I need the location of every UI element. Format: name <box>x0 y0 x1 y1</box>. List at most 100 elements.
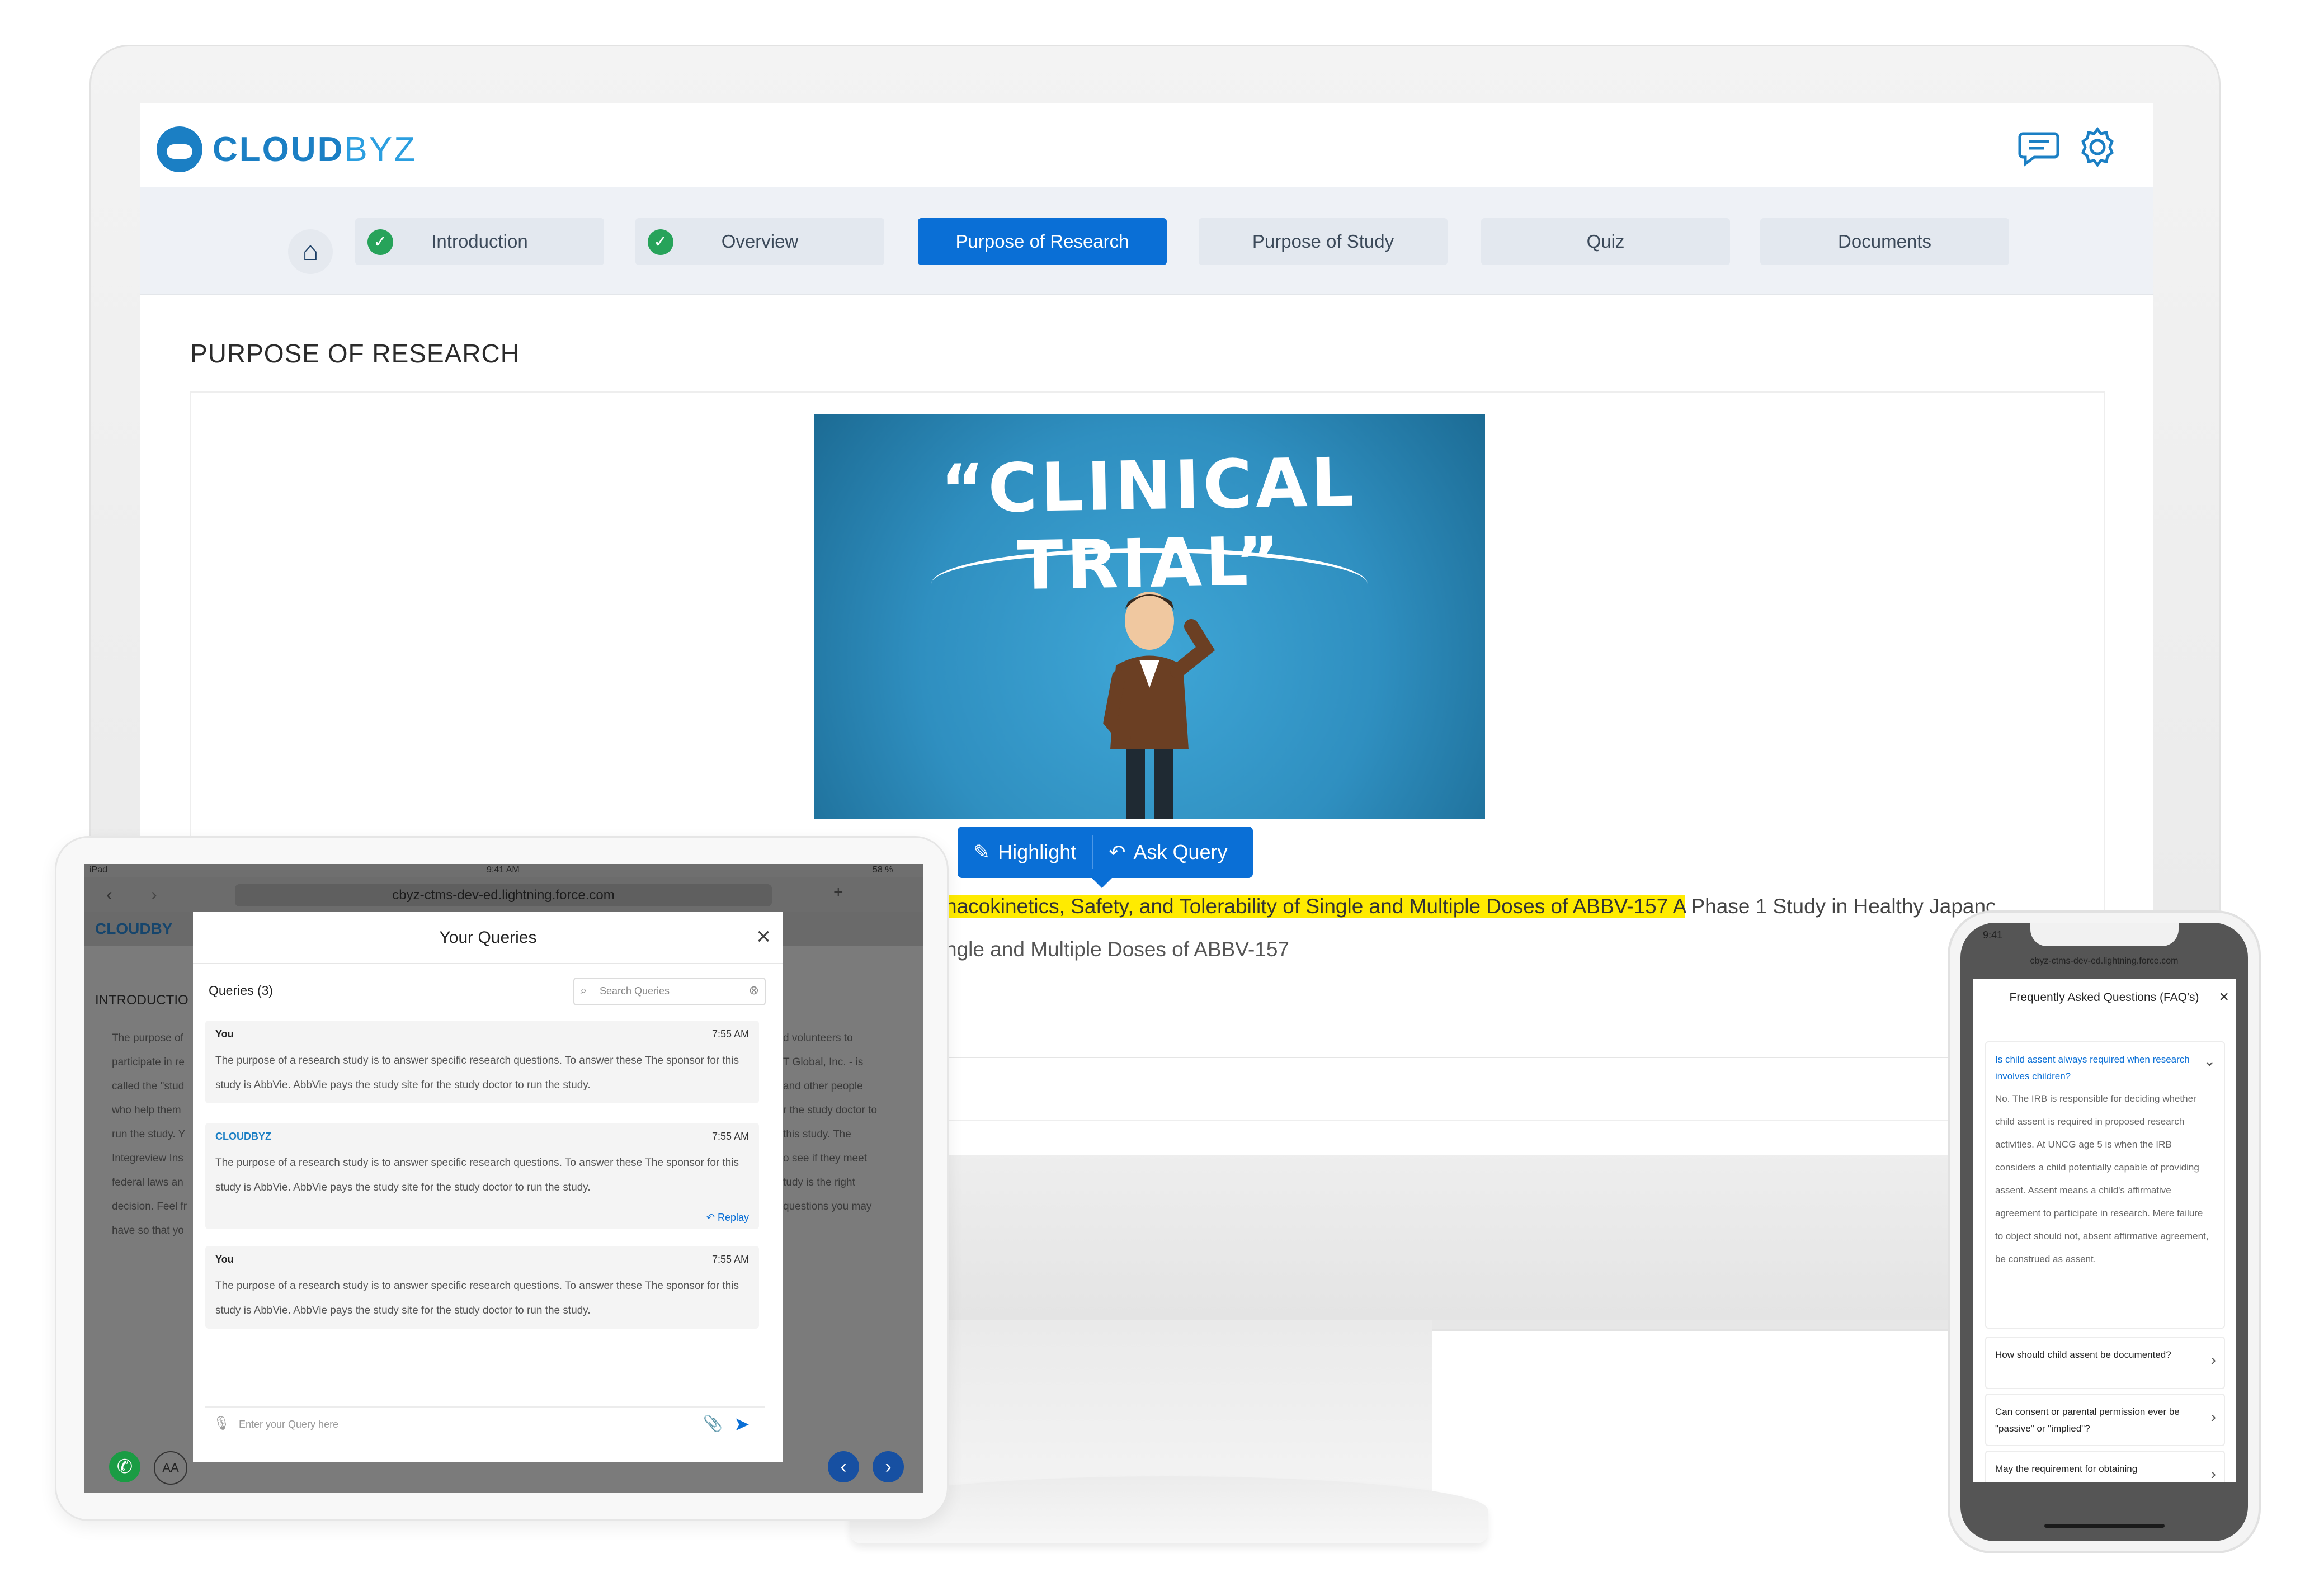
reply-icon: ↶ <box>706 1212 718 1223</box>
tab-purpose-of-research[interactable]: Purpose of Research <box>918 218 1167 265</box>
bg-text: tudy is the right <box>783 1177 855 1188</box>
cartoon-figure <box>1103 592 1215 819</box>
cloud-icon <box>157 126 202 172</box>
faq-item[interactable]: How should child assent be documented? › <box>1985 1337 2225 1389</box>
highlighted-text: nacokinetics, Safety, and Tolerability o… <box>945 895 1686 918</box>
phone-notch <box>2030 923 2179 946</box>
chevron-right-icon[interactable]: › <box>2211 1351 2216 1369</box>
bg-text: who help them <box>112 1104 181 1116</box>
tab-label: Purpose of Study <box>1252 231 1394 252</box>
phone-icon[interactable]: ✆ <box>109 1451 140 1482</box>
bg-text: d volunteers to <box>783 1032 853 1044</box>
device-label: iPad <box>89 865 108 875</box>
tab-label: Introduction <box>431 231 528 252</box>
clear-icon[interactable]: ⊗ <box>749 983 759 998</box>
tab-documents[interactable]: Documents <box>1760 218 2009 265</box>
bg-text: participate in re <box>112 1056 185 1068</box>
ipad-logo: CLOUDBY <box>95 920 173 937</box>
faq-item[interactable]: Can consent or parental permission ever … <box>1985 1394 2225 1446</box>
body-text-line: nacokinetics, Safety, and Tolerability o… <box>945 895 1996 918</box>
tab-purpose-of-study[interactable]: Purpose of Study <box>1199 218 1448 265</box>
tab-label: Overview <box>721 231 799 252</box>
next-icon[interactable]: › <box>873 1451 904 1482</box>
message-text: The purpose of a research study is to an… <box>215 1157 739 1193</box>
ipad-screen: iPad 9:41 AM 58 % ‹ › cbyz-ctms-dev-ed.l… <box>84 864 923 1493</box>
faq-answer: No. The IRB is responsible for deciding … <box>1995 1093 2209 1264</box>
bg-text: The purpose of <box>112 1032 183 1044</box>
faq-item[interactable]: May the requirement for obtaining › <box>1985 1451 2225 1482</box>
faq-question: May the requirement for obtaining <box>1995 1463 2138 1474</box>
ipad-bg-text-right: d volunteers to T Global, Inc. - is and … <box>783 1026 877 1219</box>
reply-icon: ↶ <box>1109 841 1126 863</box>
pencil-icon: ✎ <box>973 841 991 863</box>
highlight-label: Highlight <box>998 841 1077 863</box>
status-time: 9:41 <box>1983 929 2003 941</box>
message-time: 7:55 AM <box>711 1131 749 1142</box>
browser-bar: ‹ › cbyz-ctms-dev-ed.lightning.force.com… <box>84 877 923 912</box>
faq-item[interactable]: Is child assent always required when res… <box>1985 1041 2225 1329</box>
faq-question: Can consent or parental permission ever … <box>1995 1406 2180 1434</box>
text-size-icon[interactable]: AA <box>154 1451 187 1485</box>
ask-query-button[interactable]: ↶ Ask Query <box>1093 827 1243 878</box>
home-indicator <box>2044 1524 2165 1528</box>
previous-icon[interactable]: ‹ <box>828 1451 859 1482</box>
body-text-line: ngle and Multiple Doses of ABBV-157 <box>945 938 1289 961</box>
add-tab-icon[interactable]: + <box>833 883 843 902</box>
message-time: 7:55 AM <box>711 1254 749 1265</box>
address-bar[interactable]: cbyz-ctms-dev-ed.lightning.force.com <box>235 884 772 906</box>
message-time: 7:55 AM <box>711 1028 749 1040</box>
ipad-bg-text-left: The purpose of participate in re called … <box>112 1026 187 1243</box>
tab-quiz[interactable]: Quiz <box>1481 218 1730 265</box>
microphone-icon[interactable]: 🎙 <box>213 1415 230 1432</box>
bg-text: o see if they meet <box>783 1153 867 1164</box>
attachment-icon[interactable]: 📎 <box>703 1414 723 1433</box>
tab-label: Documents <box>1838 231 1931 252</box>
logo-text-light: BYZ <box>344 130 417 169</box>
tab-label: Purpose of Research <box>955 231 1129 252</box>
app-header: CLOUDBYZ <box>140 103 2153 187</box>
monitor-stand <box>906 1303 1432 1504</box>
chevron-right-icon[interactable]: › <box>2211 1465 2216 1482</box>
query-input[interactable]: 🎙 Enter your Query here 📎 ➤ <box>205 1406 765 1442</box>
query-message: CLOUDBYZ 7:55 AM The purpose of a resear… <box>205 1123 759 1229</box>
phone-address-bar[interactable]: cbyz-ctms-dev-ed.lightning.force.com <box>1960 956 2248 966</box>
bg-text: this study. The <box>783 1128 851 1140</box>
search-queries-input[interactable]: ⌕ Search Queries ⊗ <box>573 978 766 1005</box>
bg-text: T Global, Inc. - is <box>783 1056 864 1068</box>
message-text: The purpose of a research study is to an… <box>215 1280 739 1316</box>
faq-panel: Frequently Asked Questions (FAQ's) × Is … <box>1973 979 2236 1482</box>
ask-query-label: Ask Query <box>1133 841 1228 863</box>
clinical-trial-video[interactable]: “CLINICAL TRIAL” <box>814 414 1485 819</box>
message-text: The purpose of a research study is to an… <box>215 1055 739 1091</box>
tab-overview[interactable]: ✓ Overview <box>635 218 884 265</box>
search-icon: ⌕ <box>580 983 587 997</box>
replay-label: Replay <box>717 1212 749 1223</box>
battery-level: 58 % <box>873 865 893 875</box>
bg-text: questions you may <box>783 1201 872 1212</box>
check-icon: ✓ <box>367 229 393 255</box>
gear-icon[interactable] <box>2075 125 2120 169</box>
home-icon[interactable]: ⌂ <box>288 229 333 274</box>
bg-text: have so that yo <box>112 1225 184 1236</box>
chat-icon[interactable] <box>2016 125 2061 169</box>
ipad-status-bar: iPad 9:41 AM 58 % <box>84 864 923 877</box>
tab-introduction[interactable]: ✓ Introduction <box>355 218 604 265</box>
back-icon[interactable]: ‹ <box>106 884 112 905</box>
bg-text: r the study doctor to <box>783 1104 877 1116</box>
tab-label: Quiz <box>1586 231 1625 252</box>
close-icon[interactable]: × <box>756 923 771 951</box>
cloudbyz-logo[interactable]: CLOUDBYZ <box>157 126 417 172</box>
send-icon[interactable]: ➤ <box>734 1413 750 1436</box>
queries-modal: Your Queries × Queries (3) ⌕ Search Quer… <box>193 912 783 1462</box>
highlight-button[interactable]: ✎ Highlight <box>958 827 1092 878</box>
forward-icon[interactable]: › <box>151 884 157 905</box>
divider <box>193 963 783 964</box>
chevron-down-icon[interactable]: ⌄ <box>2203 1051 2216 1070</box>
faq-question: Is child assent always required when res… <box>1995 1054 2190 1082</box>
toolbar-pointer <box>1092 878 1112 888</box>
bg-text: decision. Feel fr <box>112 1201 187 1212</box>
replay-link[interactable]: ↶ Replay <box>706 1212 749 1224</box>
text-selection-toolbar: ✎ Highlight ↶ Ask Query <box>958 827 1253 888</box>
close-icon[interactable]: × <box>2219 988 2229 1007</box>
chevron-right-icon[interactable]: › <box>2211 1408 2216 1426</box>
